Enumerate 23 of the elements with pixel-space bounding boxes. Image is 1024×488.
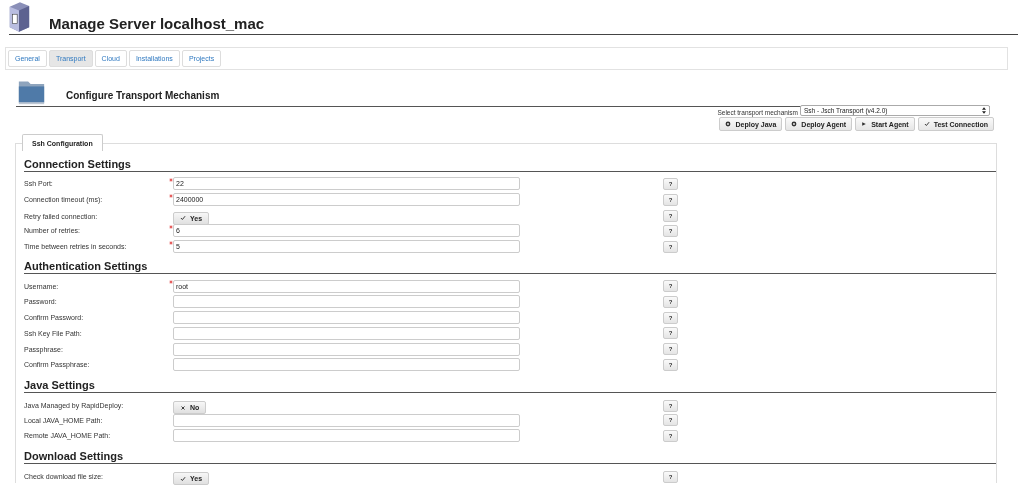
- section-heading: Java Settings: [24, 378, 996, 393]
- gear-icon: [791, 121, 798, 127]
- page-title: Manage Server localhost_mac: [49, 15, 265, 32]
- input-field[interactable]: [173, 429, 520, 443]
- check-icon: [923, 121, 930, 127]
- section-title: Configure Transport Mechanism: [66, 90, 220, 101]
- section-heading: Connection Settings: [24, 158, 996, 172]
- server-icon: [7, 1, 31, 33]
- section-heading: Download Settings: [24, 449, 996, 464]
- cross-icon: [180, 404, 186, 411]
- input-field[interactable]: [173, 358, 520, 372]
- input-field[interactable]: [173, 326, 520, 340]
- gear-icon: [725, 121, 732, 127]
- input-field[interactable]: [173, 295, 520, 309]
- check-icon: [180, 475, 186, 482]
- input-field[interactable]: [173, 311, 520, 325]
- ssh-folder-icon: [18, 78, 45, 105]
- play-icon: [861, 121, 868, 127]
- section-heading: Authentication Settings: [24, 260, 996, 275]
- input-field[interactable]: [173, 342, 520, 356]
- input-field[interactable]: [173, 413, 520, 427]
- check-icon: [180, 215, 186, 222]
- updown-arrows-icon: [982, 107, 986, 114]
